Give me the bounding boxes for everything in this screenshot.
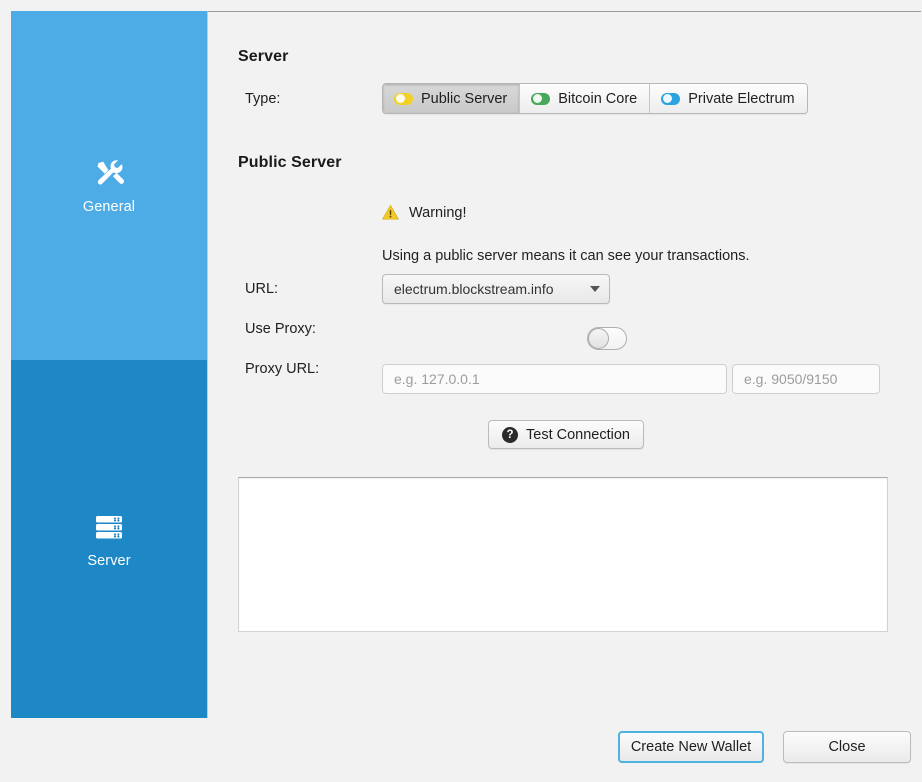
url-dropdown-value: electrum.blockstream.info	[394, 281, 554, 297]
create-new-wallet-button-label: Create New Wallet	[630, 739, 752, 755]
dialog-footer: Create New Wallet Close	[0, 718, 922, 782]
bitcoin-core-indicator-icon	[531, 92, 551, 105]
private-electrum-indicator-icon	[661, 92, 681, 105]
proxy-port-input[interactable]: e.g. 9050/9150	[732, 364, 880, 394]
server-type-toggle-group[interactable]: Public Server Bitcoin Core Private Elect…	[382, 83, 808, 114]
server-section-title: Server	[238, 48, 289, 65]
proxy-port-placeholder: e.g. 9050/9150	[744, 371, 838, 387]
proxy-host-input[interactable]: e.g. 127.0.0.1	[382, 364, 727, 394]
use-proxy-toggle[interactable]	[587, 327, 627, 350]
settings-panel: Server Type: Public Server Bitcoin Core …	[207, 11, 921, 718]
server-type-option-bitcoin-core[interactable]: Bitcoin Core	[520, 84, 651, 113]
server-rack-icon	[92, 510, 126, 544]
server-type-option-public-server-label: Public Server	[421, 90, 508, 107]
test-connection-button[interactable]: ? Test Connection	[488, 420, 644, 449]
warning-row: Warning!	[382, 204, 466, 221]
settings-dialog: General Server Server Type: Public Serve…	[0, 0, 922, 782]
proxy-host-placeholder: e.g. 127.0.0.1	[394, 371, 480, 387]
sidebar-item-general-label: General	[82, 199, 136, 215]
type-label: Type:	[245, 91, 281, 107]
use-proxy-label: Use Proxy:	[245, 321, 316, 337]
server-type-option-private-electrum-label: Private Electrum	[688, 90, 795, 107]
public-server-section-title: Public Server	[238, 154, 342, 171]
url-label: URL:	[245, 281, 279, 297]
use-proxy-toggle-knob	[588, 328, 609, 349]
tools-icon	[92, 156, 126, 190]
server-type-option-bitcoin-core-label: Bitcoin Core	[558, 90, 638, 107]
create-new-wallet-button[interactable]: Create New Wallet	[618, 731, 764, 763]
server-type-option-private-electrum[interactable]: Private Electrum	[650, 84, 807, 113]
sidebar-item-server-label: Server	[87, 552, 131, 569]
server-type-option-public-server[interactable]: Public Server	[383, 84, 521, 113]
proxy-url-label: Proxy URL:	[245, 361, 320, 377]
test-connection-button-label: Test Connection	[526, 426, 630, 443]
warning-label: Warning!	[409, 204, 467, 221]
connection-log-output[interactable]	[238, 477, 888, 632]
warning-description: Using a public server means it can see y…	[382, 248, 750, 264]
url-dropdown[interactable]: electrum.blockstream.info	[382, 274, 610, 304]
close-button-label: Close	[828, 739, 866, 755]
sidebar-item-server[interactable]: Server	[11, 360, 207, 718]
sidebar-item-general[interactable]: General	[11, 11, 207, 360]
sidebar: General Server	[11, 11, 207, 718]
help-circle-icon: ?	[502, 426, 518, 443]
warning-triangle-icon	[382, 204, 399, 221]
chevron-down-icon	[590, 286, 600, 292]
public-server-indicator-icon	[394, 92, 413, 105]
close-button[interactable]: Close	[783, 731, 911, 763]
